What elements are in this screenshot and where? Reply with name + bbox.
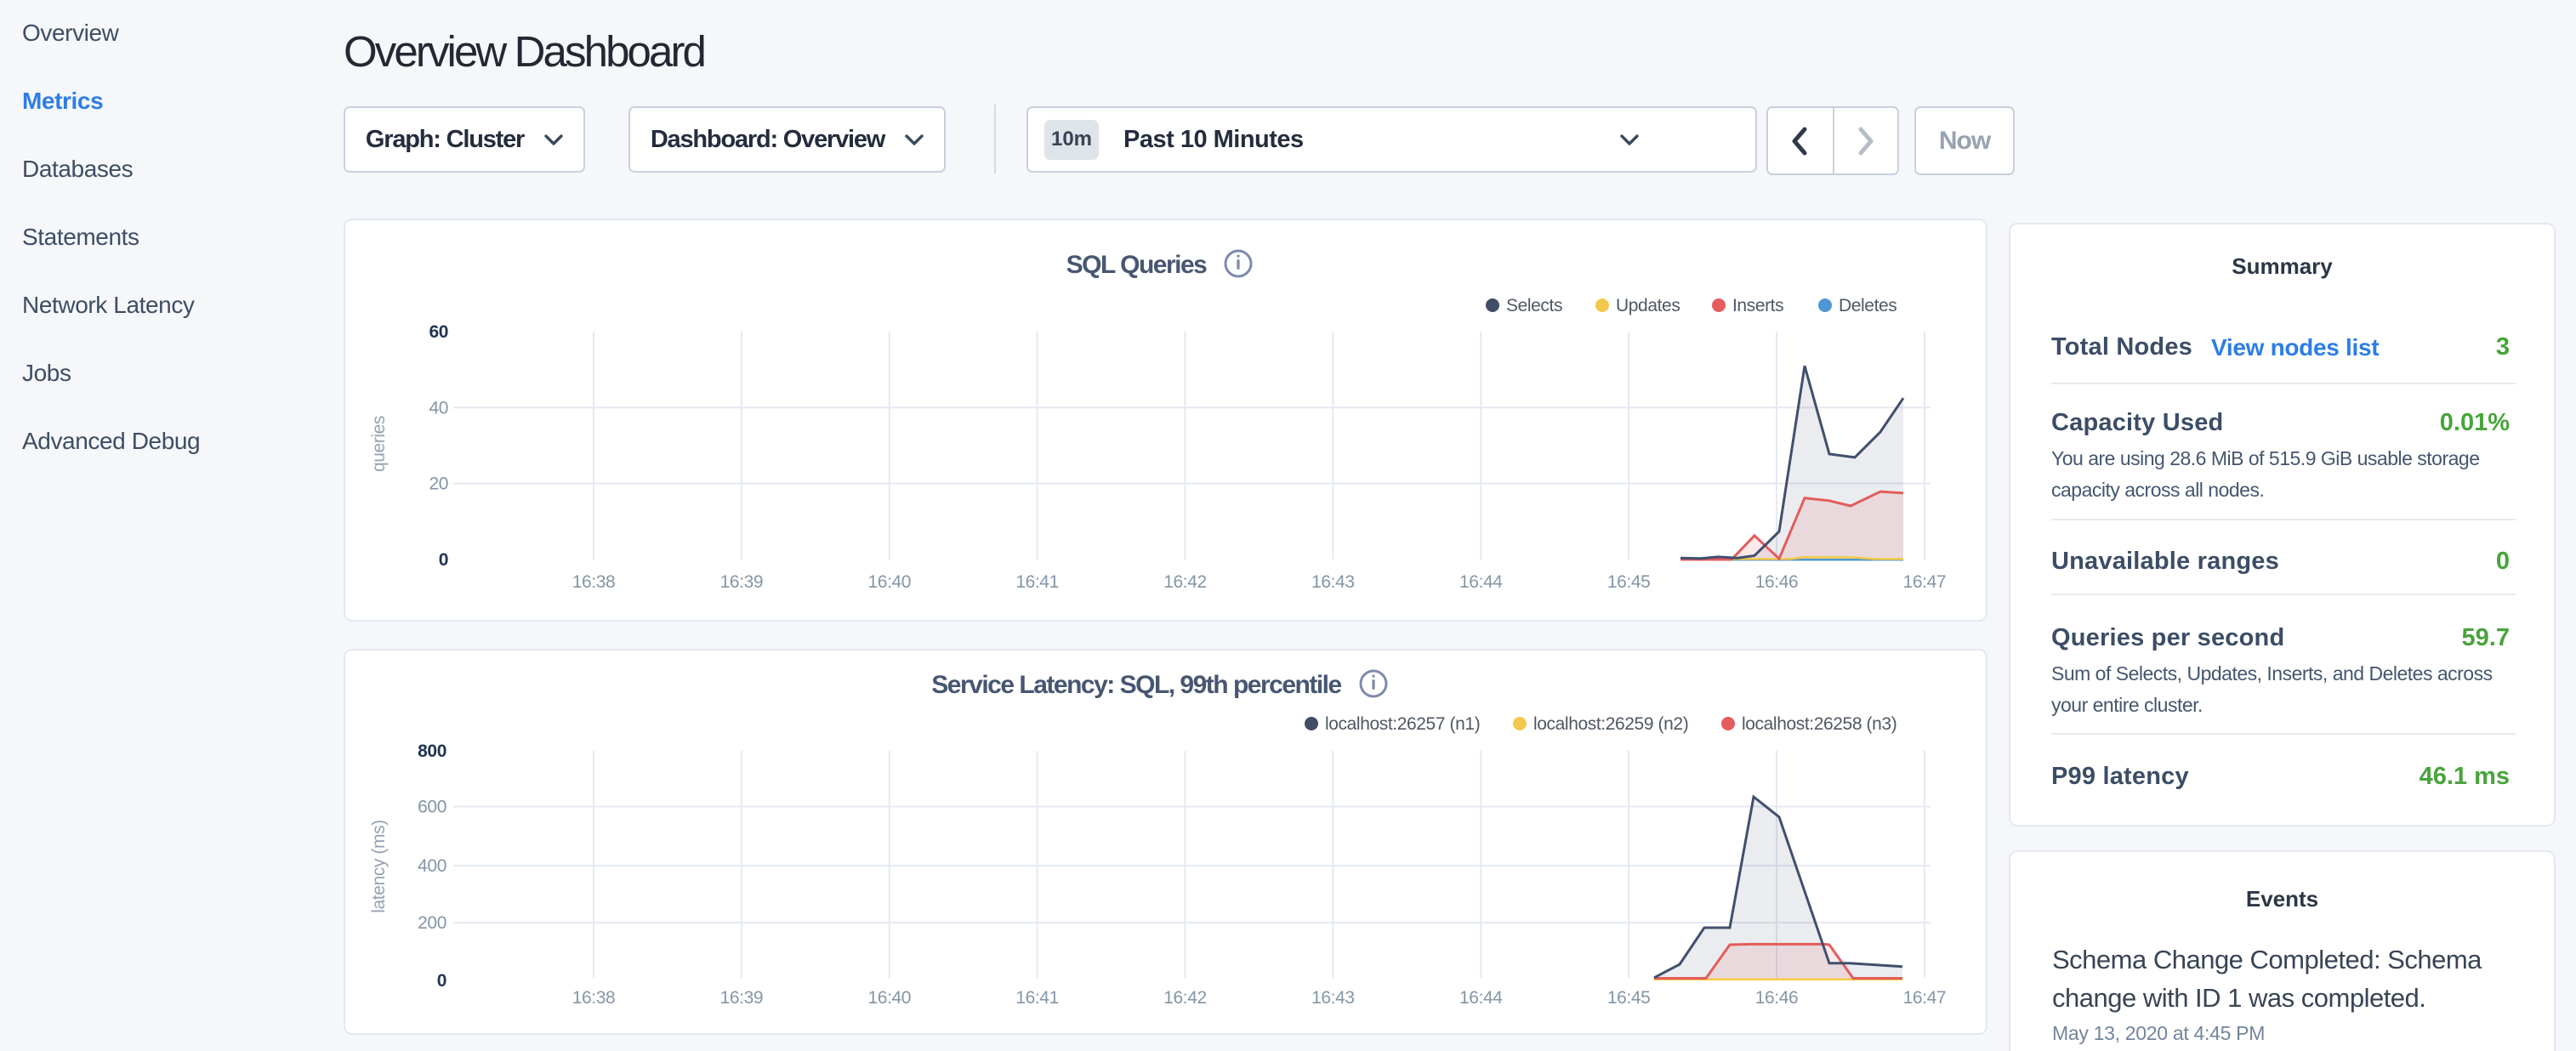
svg-text:400: 400 <box>418 856 446 876</box>
svg-text:16:46: 16:46 <box>1755 988 1799 1008</box>
svg-text:16:40: 16:40 <box>868 572 912 592</box>
svg-text:200: 200 <box>418 913 446 933</box>
svg-text:600: 600 <box>418 798 446 817</box>
svg-text:localhost:26259 (n2): localhost:26259 (n2) <box>1533 714 1688 734</box>
svg-text:60: 60 <box>429 322 448 342</box>
svg-text:localhost:26258 (n3): localhost:26258 (n3) <box>1742 714 1896 734</box>
svg-text:Service Latency: SQL, 99th per: Service Latency: SQL, 99th percentile <box>931 671 1341 699</box>
svg-text:localhost:26257 (n1): localhost:26257 (n1) <box>1325 714 1480 734</box>
svg-text:0: 0 <box>439 550 448 570</box>
svg-text:Selects: Selects <box>1506 296 1562 315</box>
svg-text:0: 0 <box>437 971 446 991</box>
svg-text:16:39: 16:39 <box>720 572 764 592</box>
svg-text:16:46: 16:46 <box>1755 572 1799 592</box>
svg-text:Inserts: Inserts <box>1732 296 1783 315</box>
svg-text:16:41: 16:41 <box>1015 572 1059 592</box>
svg-text:16:40: 16:40 <box>868 988 912 1008</box>
svg-text:16:44: 16:44 <box>1459 572 1503 592</box>
svg-text:Deletes: Deletes <box>1839 296 1896 315</box>
svg-text:16:47: 16:47 <box>1903 572 1947 592</box>
svg-text:16:41: 16:41 <box>1015 988 1059 1008</box>
svg-text:800: 800 <box>418 741 446 761</box>
svg-text:20: 20 <box>429 474 448 494</box>
svg-text:16:39: 16:39 <box>720 988 764 1008</box>
svg-text:queries: queries <box>369 416 389 472</box>
svg-text:16:44: 16:44 <box>1459 988 1503 1008</box>
svg-text:16:38: 16:38 <box>572 988 616 1008</box>
svg-text:SQL Queries: SQL Queries <box>1066 251 1208 279</box>
svg-text:16:45: 16:45 <box>1607 988 1651 1008</box>
svg-text:16:47: 16:47 <box>1903 988 1947 1008</box>
svg-text:16:42: 16:42 <box>1163 572 1207 592</box>
svg-text:16:43: 16:43 <box>1311 988 1355 1008</box>
svg-text:16:38: 16:38 <box>572 572 616 592</box>
svg-text:16:45: 16:45 <box>1607 572 1651 592</box>
svg-text:40: 40 <box>429 398 448 418</box>
svg-text:latency (ms): latency (ms) <box>369 820 389 913</box>
svg-text:16:43: 16:43 <box>1311 572 1355 592</box>
svg-text:16:42: 16:42 <box>1163 988 1207 1008</box>
svg-text:Updates: Updates <box>1616 296 1680 315</box>
